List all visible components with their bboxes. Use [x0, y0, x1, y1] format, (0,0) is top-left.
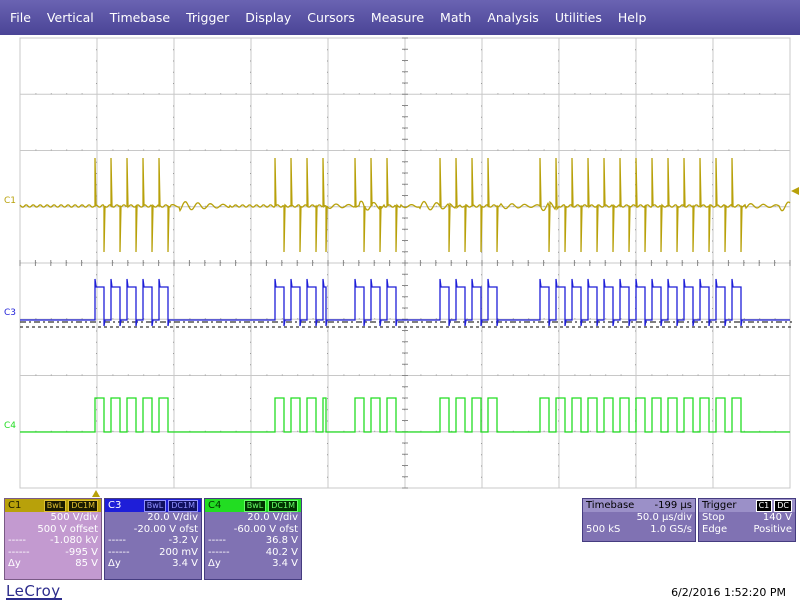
menu-utilities[interactable]: Utilities	[547, 0, 610, 35]
c4-cursor2-value: 40.2 V	[265, 546, 298, 558]
menu-bar: File Vertical Timebase Trigger Display C…	[0, 0, 800, 35]
menu-cursors[interactable]: Cursors	[299, 0, 363, 35]
c1-cursor1-key: -----	[8, 535, 27, 546]
c1-cursor2-key: ------	[8, 546, 30, 558]
c3-cursor1-value: -3.2 V	[168, 535, 198, 546]
menu-help[interactable]: Help	[610, 0, 655, 35]
c3-panel-title: C3	[108, 500, 122, 511]
c1-bw-limit-badge: BwL	[43, 499, 67, 512]
menu-vertical[interactable]: Vertical	[39, 0, 102, 35]
c4-cursor2-key: ------	[208, 546, 230, 558]
c4-delta-key: Δy	[208, 558, 221, 569]
trigger-mode: Stop	[702, 512, 725, 523]
c1-coupling-badge: DC1M	[68, 499, 98, 512]
c4-delta-value: 3.4 V	[272, 558, 298, 569]
menu-trigger[interactable]: Trigger	[178, 0, 237, 35]
menu-analysis[interactable]: Analysis	[479, 0, 547, 35]
timebase-panel[interactable]: Timebase -199 µs 50.0 µs/div 500 kS 1.0 GS…	[582, 498, 696, 542]
c4-vdiv: 20.0 V/div	[247, 512, 298, 523]
c3-cursor2-key: ------	[108, 546, 130, 558]
c1-delta-value: 85 V	[75, 558, 98, 569]
c1-cursor1-value: -1.080 kV	[49, 535, 98, 546]
c3-delta-value: 3.4 V	[172, 558, 198, 569]
c1-offset: 500 V offset	[37, 523, 98, 535]
timebase-samples: 500 kS	[586, 523, 621, 535]
menu-math[interactable]: Math	[432, 0, 479, 35]
channel-c3-panel[interactable]: C3 BwL DC1M 20.0 V/div -20.00 V ofst ----…	[104, 498, 202, 580]
c4-cursor1-value: 36.8 V	[265, 535, 298, 546]
menu-file[interactable]: File	[0, 0, 39, 35]
c4-coupling-badge: DC1M	[268, 499, 298, 512]
c3-bw-limit-badge: BwL	[143, 499, 167, 512]
c4-offset: -60.00 V ofst	[233, 523, 298, 535]
trigger-position-marker[interactable]	[92, 490, 100, 497]
c3-cursor1-key: -----	[108, 535, 127, 546]
trigger-level: 140 V	[762, 512, 792, 523]
c3-ground-label: C3	[4, 308, 17, 318]
c1-vdiv: 500 V/div	[50, 512, 98, 523]
c3-coupling-badge: DC1M	[168, 499, 198, 512]
c4-bw-limit-badge: BwL	[243, 499, 267, 512]
trigger-coupling-badge: DC	[774, 499, 792, 512]
timebase-rate: 1.0 GS/s	[650, 523, 692, 535]
channel-c4-panel[interactable]: C4 BwL DC1M 20.0 V/div -60.00 V ofst ----…	[204, 498, 302, 580]
menu-measure[interactable]: Measure	[363, 0, 432, 35]
channel-c1-panel[interactable]: C1 BwL DC1M 500 V/div 500 V offset ----- -…	[4, 498, 102, 580]
c3-delta-key: Δy	[108, 558, 121, 569]
timebase-title: Timebase	[586, 500, 635, 511]
c1-delta-key: Δy	[8, 558, 21, 569]
c1-panel-title: C1	[8, 500, 22, 511]
trigger-level-marker[interactable]	[791, 187, 799, 195]
c4-cursor1-key: -----	[208, 535, 227, 546]
menu-timebase[interactable]: Timebase	[102, 0, 178, 35]
timebase-delay: -199 µs	[654, 500, 692, 511]
waveform-grid[interactable]	[0, 35, 800, 490]
c3-offset: -20.00 V ofst	[133, 523, 198, 535]
trigger-panel[interactable]: Trigger C1 DC Stop 140 V Edge Positive	[698, 498, 796, 542]
trigger-slope: Positive	[753, 523, 792, 535]
menu-display[interactable]: Display	[237, 0, 299, 35]
trigger-type: Edge	[702, 523, 728, 535]
c3-vdiv: 20.0 V/div	[147, 512, 198, 523]
trigger-source-badge: C1	[755, 499, 773, 512]
c4-ground-label: C4	[4, 421, 17, 431]
trigger-title: Trigger	[702, 500, 737, 511]
c3-cursor2-value: 200 mV	[159, 546, 198, 558]
timebase-tdiv: 50.0 µs/div	[636, 512, 692, 523]
c4-panel-title: C4	[208, 500, 222, 511]
c1-ground-label: C1	[4, 196, 17, 206]
timestamp: 6/2/2016 1:52:20 PM	[671, 586, 786, 599]
c1-cursor2-value: -995 V	[65, 546, 98, 558]
